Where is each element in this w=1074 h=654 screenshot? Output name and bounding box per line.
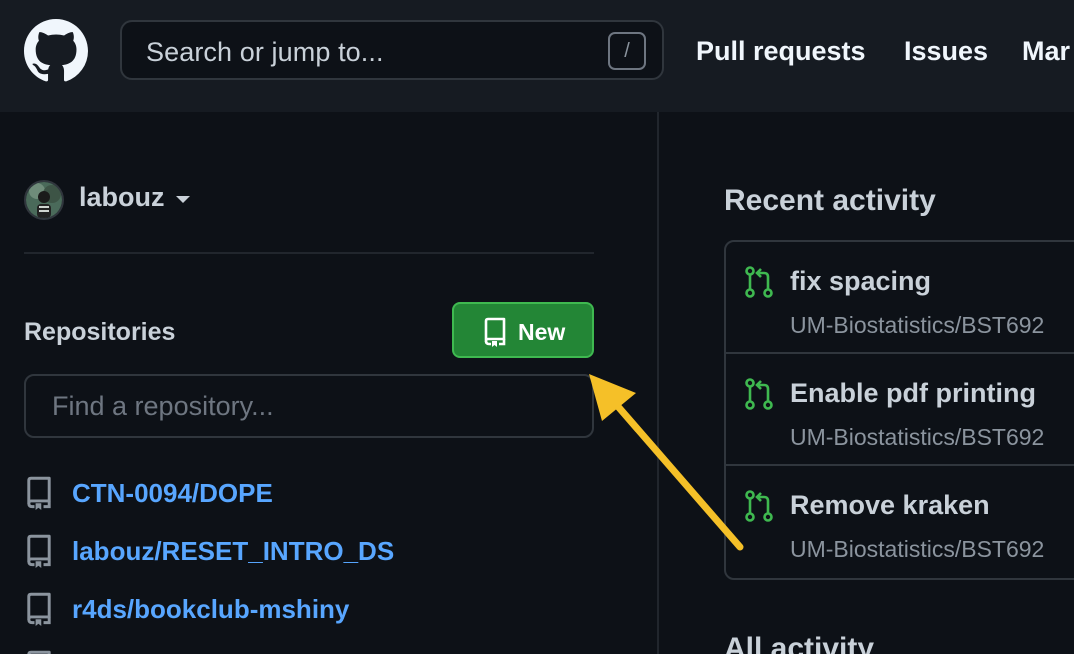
avatar[interactable]: [24, 180, 64, 220]
repo-list-item[interactable]: labouz/RESET_INTRO_DS: [24, 534, 594, 568]
github-logo-icon[interactable]: [24, 19, 88, 83]
all-activity-heading: All activity: [724, 632, 875, 654]
activity-item[interactable]: fix spacing UM-Biostatistics/BST692: [726, 242, 1074, 354]
search-shortcut-key: /: [608, 32, 646, 70]
global-header: Search or jump to... / Pull requests Iss…: [0, 0, 1074, 112]
nav-pull-requests[interactable]: Pull requests: [696, 36, 866, 67]
nav-issues[interactable]: Issues: [904, 36, 988, 67]
activity-item[interactable]: Enable pdf printing UM-Biostatistics/BST…: [726, 352, 1074, 464]
nav-marketplace[interactable]: Mar: [1022, 36, 1070, 67]
search-placeholder: Search or jump to...: [146, 37, 384, 67]
search-input[interactable]: Search or jump to... /: [120, 20, 664, 80]
repo-list-item[interactable]: [24, 650, 594, 654]
repositories-heading: Repositories: [24, 318, 176, 346]
repo-list-item[interactable]: CTN-0094/DOPE: [24, 476, 594, 510]
activity-item[interactable]: Remove kraken UM-Biostatistics/BST692: [726, 464, 1074, 576]
repo-list-item[interactable]: r4ds/bookclub-mshiny: [24, 592, 594, 626]
divider: [24, 252, 594, 254]
repo-icon: [27, 534, 51, 568]
repo-link[interactable]: CTN-0094/DOPE: [72, 478, 273, 509]
find-repository-input[interactable]: [24, 374, 594, 438]
activity-repo[interactable]: UM-Biostatistics/BST692: [790, 536, 1044, 563]
new-repository-button[interactable]: New: [452, 302, 594, 358]
recent-activity-list: fix spacing UM-Biostatistics/BST692 Enab…: [724, 240, 1074, 580]
repo-icon: [27, 476, 51, 510]
repo-icon: [27, 592, 51, 626]
activity-title-link[interactable]: Enable pdf printing: [790, 378, 1036, 409]
git-pull-request-icon: [745, 266, 773, 298]
repo-link[interactable]: labouz/RESET_INTRO_DS: [72, 536, 394, 567]
chevron-down-icon[interactable]: [176, 196, 190, 203]
annotation-arrow-icon: [589, 374, 744, 551]
repo-icon: [484, 317, 506, 347]
repo-icon: [27, 650, 51, 654]
activity-repo[interactable]: UM-Biostatistics/BST692: [790, 424, 1044, 451]
activity-title-link[interactable]: Remove kraken: [790, 490, 990, 521]
dashboard-sidebar: labouz Repositories New CTN-0094/DOPE la…: [0, 112, 659, 654]
new-button-label: New: [518, 319, 566, 345]
activity-repo[interactable]: UM-Biostatistics/BST692: [790, 312, 1044, 339]
recent-activity-heading: Recent activity: [724, 184, 936, 217]
activity-title-link[interactable]: fix spacing: [790, 266, 931, 297]
repo-link[interactable]: r4ds/bookclub-mshiny: [72, 594, 349, 625]
account-switcher-username[interactable]: labouz: [79, 182, 165, 213]
